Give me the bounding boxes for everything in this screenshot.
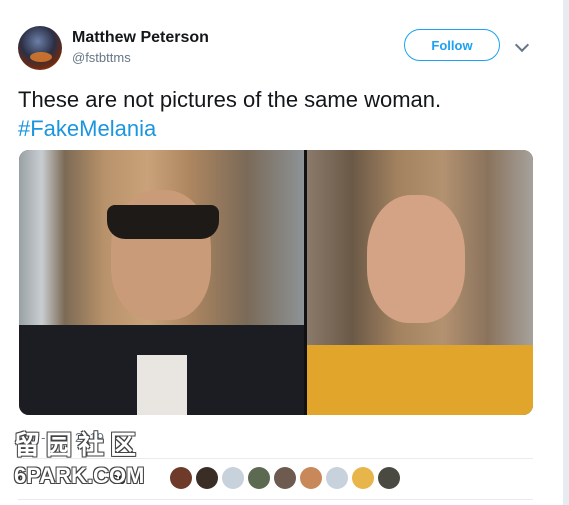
liker-avatar[interactable] xyxy=(300,467,322,489)
sunglasses-shape xyxy=(107,205,219,239)
page-right-edge xyxy=(563,0,569,505)
liker-avatars xyxy=(170,467,400,489)
photo-right-face xyxy=(367,195,466,323)
liker-avatar[interactable] xyxy=(378,467,400,489)
watermark-site: 6PARK.COM xyxy=(14,463,145,488)
watermark-text: 留园社区 xyxy=(14,430,143,460)
photo-left[interactable] xyxy=(19,150,305,415)
divider-bottom xyxy=(18,499,533,500)
liker-avatar[interactable] xyxy=(222,467,244,489)
photo-left-shirt xyxy=(137,355,187,415)
liker-avatar[interactable] xyxy=(196,467,218,489)
author-handle[interactable]: @fstbttms xyxy=(72,50,131,65)
tweet-body: These are not pictures of the same woman… xyxy=(18,87,442,112)
liker-avatar[interactable] xyxy=(248,467,270,489)
hashtag-link[interactable]: #FakeMelania xyxy=(18,114,538,143)
liker-avatar[interactable] xyxy=(326,467,348,489)
photo-right[interactable] xyxy=(307,150,533,415)
author-avatar[interactable] xyxy=(18,26,62,70)
liker-avatar[interactable] xyxy=(170,467,192,489)
photo-right-blouse xyxy=(307,345,533,415)
tweet-text: These are not pictures of the same woman… xyxy=(18,85,538,143)
tweet-media[interactable] xyxy=(19,150,533,415)
follow-button[interactable]: Follow xyxy=(404,29,500,61)
author-name[interactable]: Matthew Peterson xyxy=(72,29,209,47)
liker-avatar[interactable] xyxy=(274,467,296,489)
chevron-down-icon[interactable] xyxy=(514,37,530,53)
liker-avatar[interactable] xyxy=(352,467,374,489)
